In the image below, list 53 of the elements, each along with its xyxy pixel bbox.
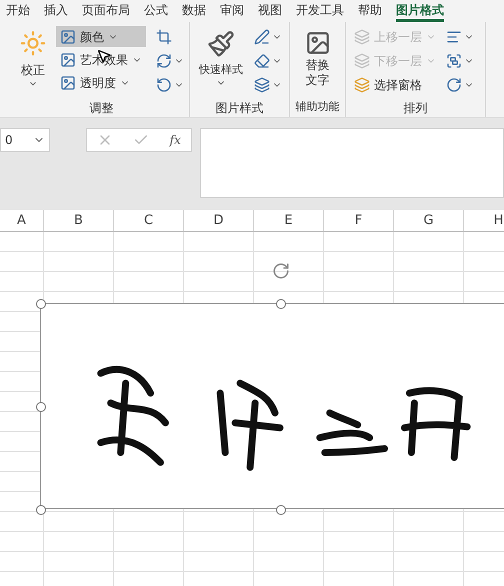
- column-header[interactable]: F: [324, 210, 394, 231]
- column-header[interactable]: A: [0, 210, 44, 231]
- resize-handle[interactable]: [36, 505, 46, 515]
- menu-tab[interactable]: 页面布局: [82, 0, 130, 22]
- name-box[interactable]: 0: [0, 128, 50, 152]
- resize-handle[interactable]: [36, 402, 46, 412]
- column-header[interactable]: B: [44, 210, 114, 231]
- effects-icon: [254, 53, 270, 69]
- menu-tab[interactable]: 插入: [44, 0, 68, 22]
- alt-text-button[interactable]: 替换文字: [298, 26, 338, 88]
- group-icon: [446, 53, 462, 69]
- resize-handle[interactable]: [36, 299, 46, 309]
- layout-icon: [254, 77, 270, 93]
- layers-icon: [354, 29, 370, 45]
- border-icon: [254, 29, 270, 45]
- paintbrush-icon: [207, 30, 235, 58]
- image-icon: [60, 28, 76, 44]
- group-label: 图片样式: [214, 100, 264, 117]
- reset-picture-icon: [156, 77, 172, 93]
- menu-tab[interactable]: 公式: [144, 0, 168, 22]
- layers-icon: [354, 77, 370, 93]
- image-icon: [60, 52, 76, 68]
- crop-icon: [156, 29, 172, 45]
- adjust-button[interactable]: 颜色: [56, 26, 146, 47]
- image-icon: [60, 74, 76, 90]
- formula-input[interactable]: [200, 128, 504, 198]
- rotate-icon: [446, 77, 462, 93]
- change-picture-icon: [156, 53, 172, 69]
- column-header[interactable]: E: [254, 210, 324, 231]
- column-header[interactable]: C: [114, 210, 184, 231]
- resize-handle[interactable]: [276, 299, 286, 309]
- group-label: 排列: [402, 100, 428, 117]
- resize-handle[interactable]: [276, 505, 286, 515]
- group-label: 辅助功能: [294, 99, 340, 115]
- group-label: 调整: [88, 100, 114, 117]
- column-header[interactable]: G: [394, 210, 464, 231]
- menu-tab[interactable]: 审阅: [220, 0, 244, 22]
- rotate-handle-icon[interactable]: [272, 262, 290, 280]
- column-header[interactable]: D: [184, 210, 254, 231]
- quick-styles-button[interactable]: 快速样式: [194, 26, 248, 88]
- layers-icon: [354, 53, 370, 69]
- menu-tab[interactable]: 数据: [182, 0, 206, 22]
- align-icon: [446, 29, 462, 45]
- insert-function-button[interactable]: fx: [170, 131, 181, 149]
- correction-button[interactable]: 校正: [14, 26, 52, 88]
- menu-tab[interactable]: 开始: [6, 0, 30, 22]
- sun-icon: [19, 30, 47, 57]
- menu-tab[interactable]: 视图: [258, 0, 282, 22]
- menu-tab[interactable]: 帮助: [358, 0, 382, 22]
- arrange-button[interactable]: 选择窗格: [354, 74, 436, 96]
- column-header[interactable]: H: [464, 210, 504, 231]
- adjust-button[interactable]: 透明度: [56, 72, 146, 93]
- menu-tab[interactable]: 开发工具: [296, 0, 344, 22]
